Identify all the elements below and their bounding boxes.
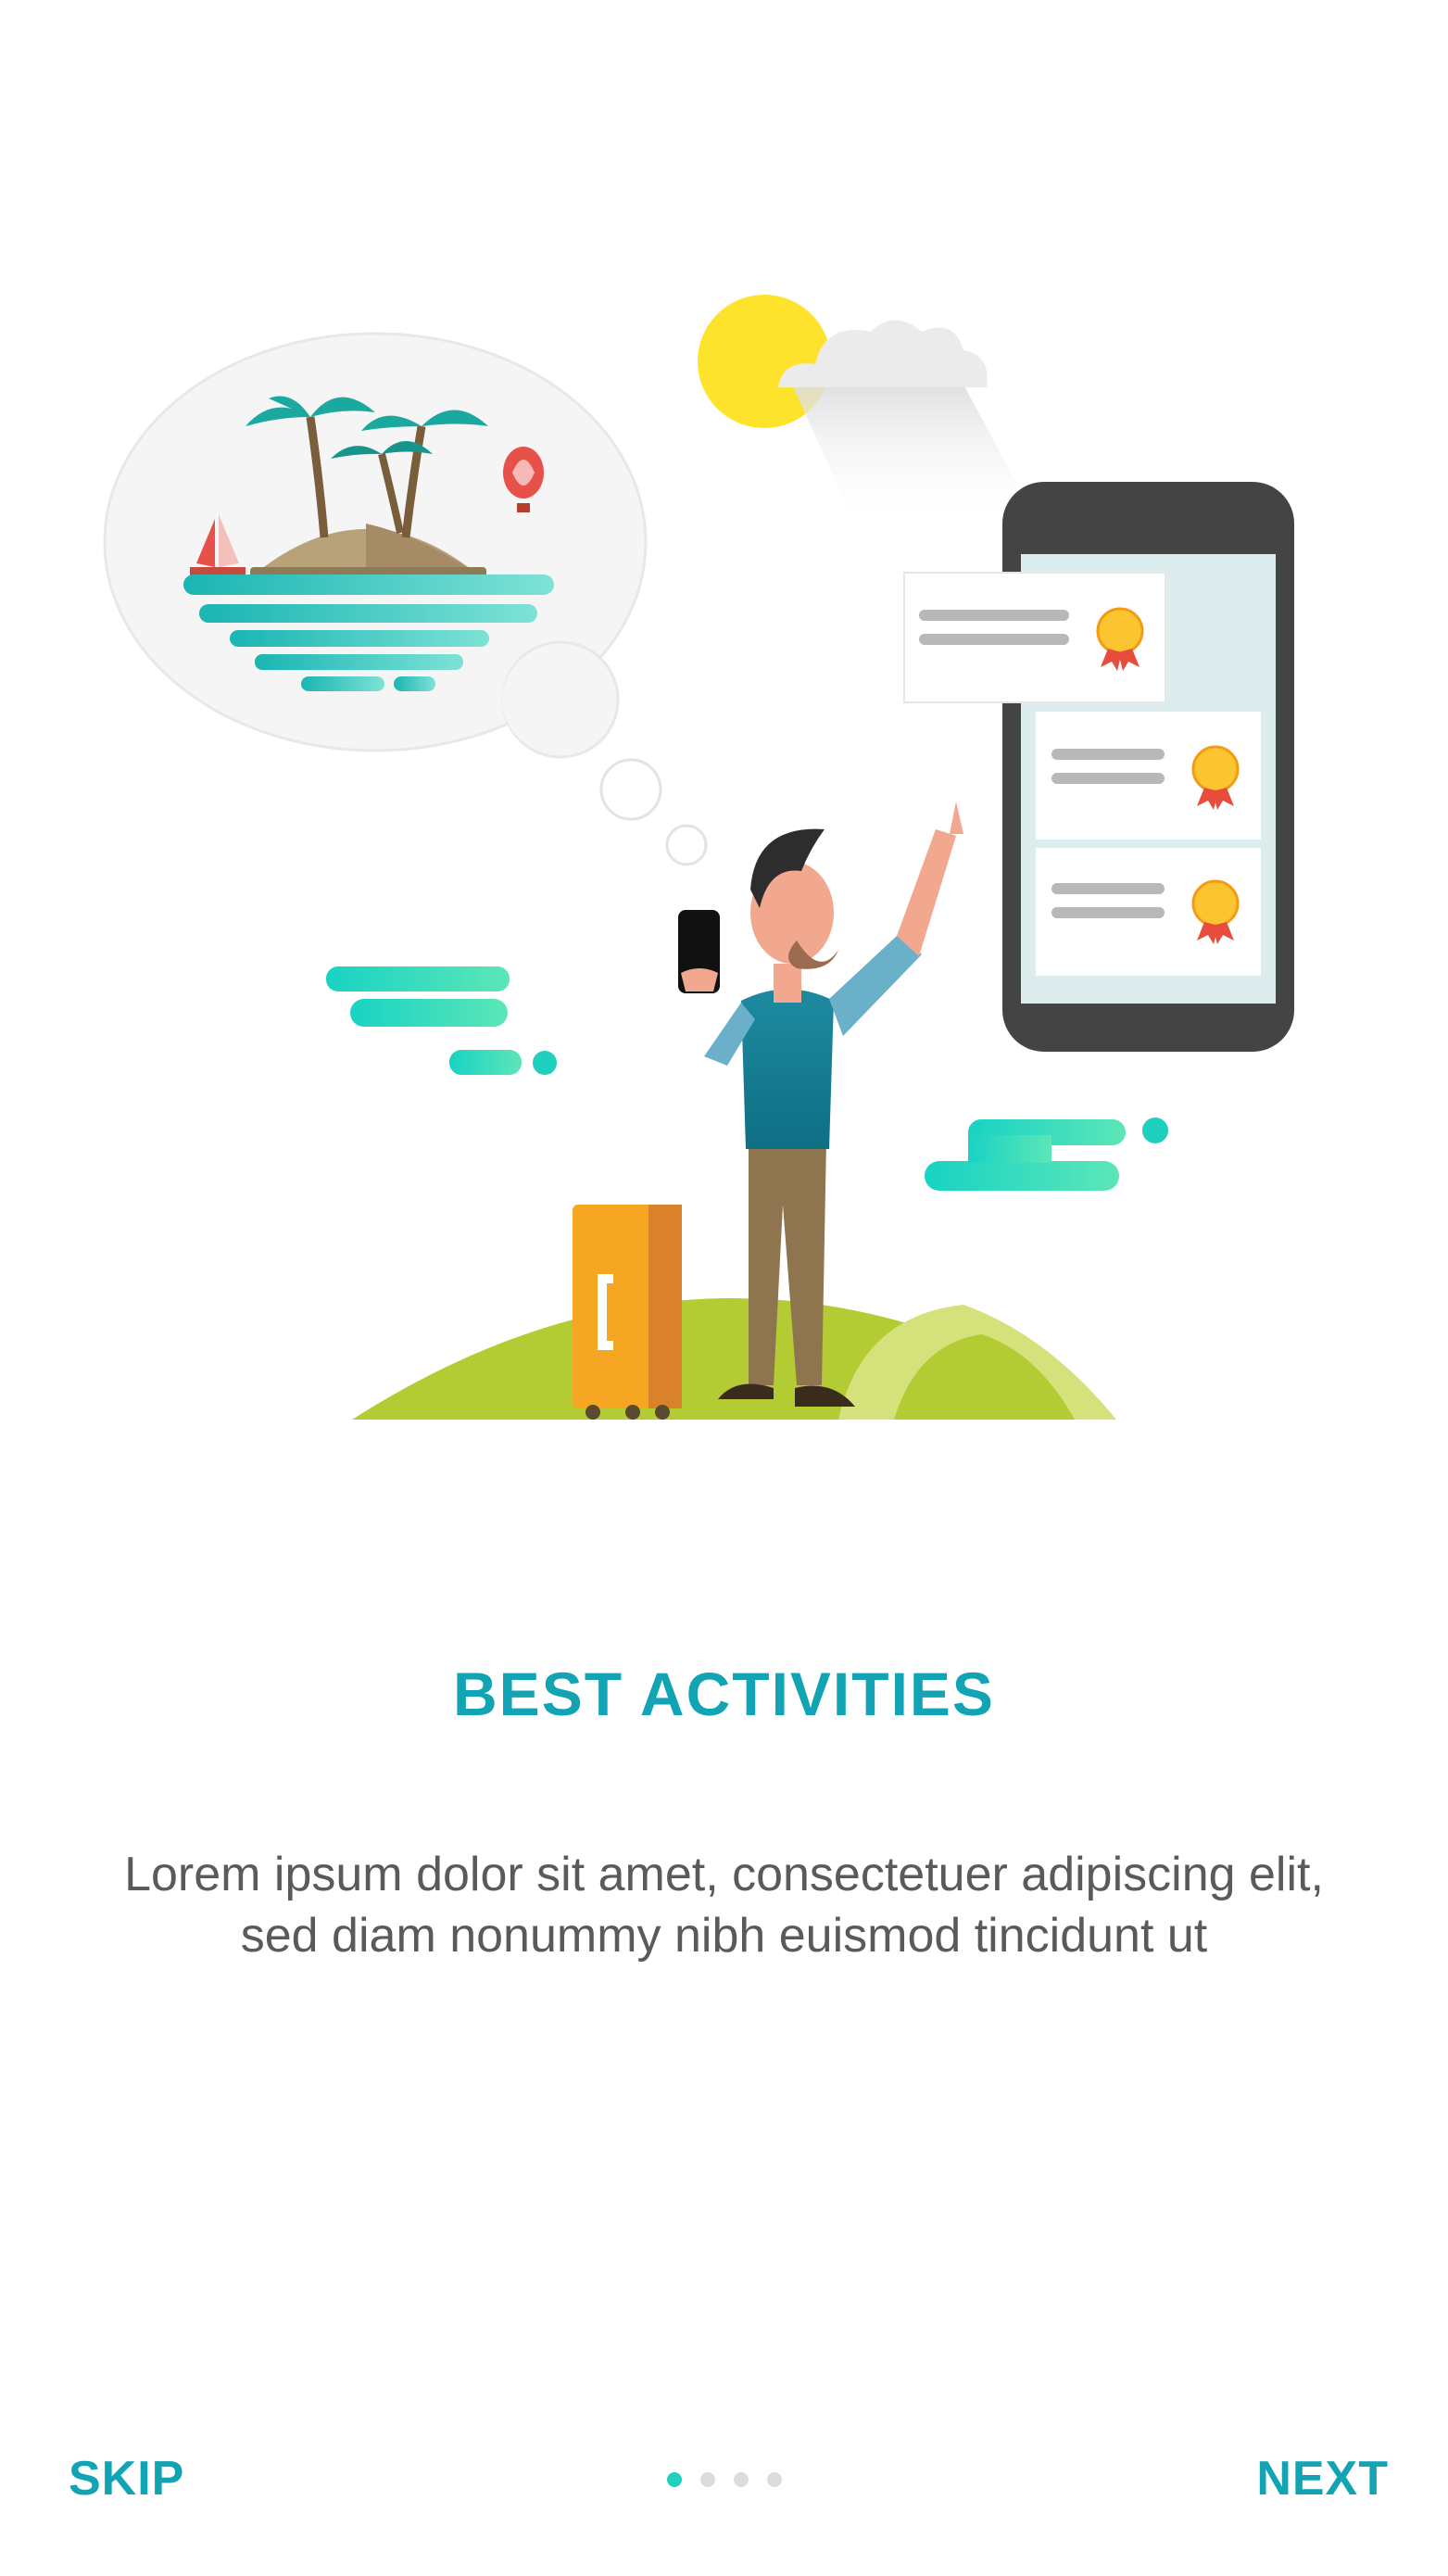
page-dot-2[interactable]	[700, 2472, 715, 2487]
traveler-illustration	[103, 295, 1294, 1420]
grass-hill	[352, 1298, 1116, 1420]
island-thought-bubble	[103, 332, 708, 866]
page-dot-1[interactable]	[667, 2472, 682, 2487]
suitcase-icon	[573, 1205, 682, 1420]
skip-button[interactable]: SKIP	[69, 2451, 184, 2507]
page-dot-4[interactable]	[767, 2472, 782, 2487]
page-indicator	[667, 2472, 782, 2487]
phone-icon	[903, 482, 1294, 1052]
page-title: BEST ACTIVITIES	[453, 1660, 995, 1728]
onboarding-screen: BEST ACTIVITIES Lorem ipsum dolor sit am…	[0, 0, 1448, 2576]
page-description: Lorem ipsum dolor sit amet, consectetuer…	[124, 1848, 1324, 1963]
next-button[interactable]: NEXT	[1256, 2451, 1389, 2507]
page-dot-3[interactable]	[734, 2472, 749, 2487]
